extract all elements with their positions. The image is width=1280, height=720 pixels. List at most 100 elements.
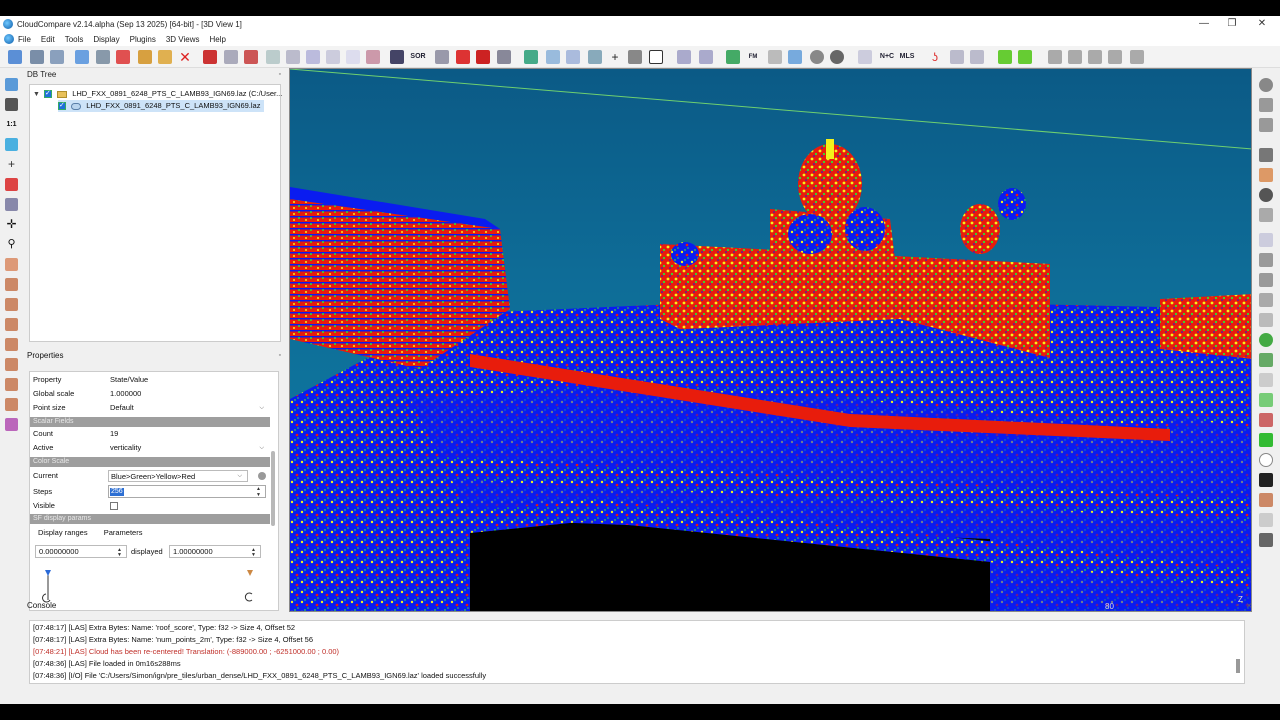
view-front-cube-icon[interactable]	[5, 278, 18, 291]
normal-icon[interactable]	[1259, 253, 1273, 267]
circle-icon[interactable]	[1259, 453, 1273, 467]
tab-display-ranges[interactable]: Display ranges	[38, 528, 88, 537]
table-icon[interactable]	[1259, 513, 1273, 527]
menu-tools[interactable]: Tools	[65, 35, 84, 44]
tab-parameters[interactable]: Parameters	[104, 528, 143, 537]
view-front-icon[interactable]	[1048, 50, 1062, 64]
close-icon[interactable]: ✕	[1246, 602, 1252, 610]
move-icon[interactable]: ✛	[5, 218, 18, 231]
open-icon[interactable]	[8, 50, 22, 64]
view-back-cube-icon[interactable]	[5, 318, 18, 331]
cloud-link-icon[interactable]	[1259, 393, 1273, 407]
mesh-icon[interactable]	[366, 50, 380, 64]
plant-icon[interactable]	[1259, 353, 1273, 367]
sor-filter-icon[interactable]: SOR	[409, 50, 427, 64]
view-top-icon[interactable]	[5, 258, 18, 271]
perspective-icon[interactable]	[5, 198, 18, 211]
spin-icon[interactable]: ▼	[251, 553, 256, 558]
view-bottom-cube-icon[interactable]	[5, 358, 18, 371]
tree-icon[interactable]	[1259, 413, 1273, 427]
shield-icon[interactable]	[1259, 208, 1273, 222]
align-icon[interactable]	[326, 50, 340, 64]
point-size-row[interactable]: Point size Default ⌵	[30, 401, 270, 415]
steps-value[interactable]: 256	[110, 488, 124, 496]
fm-icon[interactable]: FM	[746, 50, 760, 64]
globe-icon[interactable]	[830, 50, 844, 64]
mouse-icon[interactable]	[1259, 273, 1273, 287]
add-icon[interactable]	[116, 50, 130, 64]
octree-icon[interactable]	[266, 50, 280, 64]
point-cloud-render[interactable]: Z 80	[290, 69, 1252, 612]
minimize-button[interactable]: —	[1190, 16, 1218, 32]
view-iso1-cube-icon[interactable]	[5, 378, 18, 391]
transform-icon[interactable]	[456, 50, 470, 64]
menu-file[interactable]: File	[18, 35, 31, 44]
app-menu-icon[interactable]	[4, 34, 14, 44]
link-icon[interactable]	[858, 50, 872, 64]
chevron-down-icon[interactable]: ⌵	[259, 401, 264, 415]
tree-item-cloud[interactable]: LHD_FXX_0891_6248_PTS_C_LAMB93_IGN69.laz	[58, 100, 265, 112]
view-back-icon[interactable]	[1068, 50, 1082, 64]
undock-icon[interactable]: ▫	[1237, 602, 1239, 609]
frame-icon[interactable]	[1259, 118, 1273, 132]
density-icon[interactable]	[970, 50, 984, 64]
list-icon[interactable]	[96, 50, 110, 64]
properties-icon[interactable]	[75, 50, 89, 64]
view-left-icon[interactable]	[1088, 50, 1102, 64]
color-scale-select[interactable]: Blue>Green>Yellow>Red	[108, 470, 248, 482]
collapse-arrow-icon[interactable]: ▼	[33, 89, 40, 101]
visibility-checkbox[interactable]	[58, 100, 66, 112]
visible-row[interactable]: Visible	[30, 499, 270, 513]
classify-icon[interactable]	[699, 50, 713, 64]
cube-icon[interactable]	[1259, 493, 1273, 507]
sprinkle-icon[interactable]	[950, 50, 964, 64]
sphere-icon[interactable]	[810, 50, 824, 64]
camera-icon[interactable]	[5, 98, 18, 111]
steps-spinbox[interactable]: 256 ▲ ▼	[108, 485, 266, 498]
normals-icon[interactable]	[244, 50, 258, 64]
zoom-icon[interactable]: ⚲	[5, 238, 18, 251]
translate-icon[interactable]	[306, 50, 320, 64]
export-icon[interactable]	[768, 50, 782, 64]
point-size-select[interactable]: Default	[110, 401, 134, 415]
active-sf-select[interactable]: verticality	[110, 441, 141, 455]
bracket-icon[interactable]: ʖ	[928, 50, 942, 64]
sf-filter-icon[interactable]	[566, 50, 580, 64]
plugin-a-icon[interactable]	[998, 50, 1012, 64]
delete-icon[interactable]: ✕	[178, 50, 192, 64]
add-sf-icon[interactable]: +	[608, 50, 622, 64]
range-min-field[interactable]: 0.00000000 ▲ ▼	[35, 545, 127, 558]
sf-gradient-icon[interactable]	[546, 50, 560, 64]
gear-icon[interactable]	[1259, 293, 1273, 307]
save-icon[interactable]	[30, 50, 44, 64]
rotate-icon[interactable]	[5, 138, 18, 151]
current-scale-row[interactable]: Current Blue>Green>Yellow>Red ⌵	[30, 469, 270, 483]
range-max-field[interactable]: 1.00000000 ▲ ▼	[169, 545, 261, 558]
stereo-icon[interactable]	[5, 418, 18, 431]
histogram-icon[interactable]	[524, 50, 538, 64]
scale-icon[interactable]	[286, 50, 300, 64]
view-icon[interactable]	[788, 50, 802, 64]
menu-plugins[interactable]: Plugins	[130, 35, 156, 44]
sample-icon[interactable]	[224, 50, 238, 64]
cloud-compare-icon[interactable]	[677, 50, 691, 64]
visibility-checkbox[interactable]	[44, 88, 53, 100]
chevron-down-icon[interactable]: ⌵	[259, 441, 264, 455]
spin-down-icon[interactable]: ▼	[256, 493, 261, 498]
crop-icon[interactable]	[476, 50, 490, 64]
active-row[interactable]: Active verticality ⌵	[30, 441, 270, 455]
green-sphere-icon[interactable]	[1259, 333, 1273, 347]
eraser-icon[interactable]	[1259, 373, 1273, 387]
save-all-icon[interactable]	[50, 50, 64, 64]
close-button[interactable]: ✕	[1248, 16, 1276, 32]
csf-filter-icon[interactable]	[1259, 233, 1273, 247]
spin-icon[interactable]: ▼	[117, 553, 122, 558]
tree-item-file[interactable]: ▼ LHD_FXX_0891_6248_PTS_C_LAMB93_IGN69.l…	[33, 88, 282, 100]
3d-view-canvas[interactable]: Z 80	[289, 68, 1252, 612]
pick-icon[interactable]	[497, 50, 511, 64]
view-iso-icon[interactable]	[1130, 50, 1144, 64]
compare-icon[interactable]	[346, 50, 360, 64]
menu-3d-views[interactable]: 3D Views	[166, 35, 200, 44]
max-range-arc-icon[interactable]	[244, 592, 253, 602]
brush-icon[interactable]	[1259, 168, 1273, 182]
